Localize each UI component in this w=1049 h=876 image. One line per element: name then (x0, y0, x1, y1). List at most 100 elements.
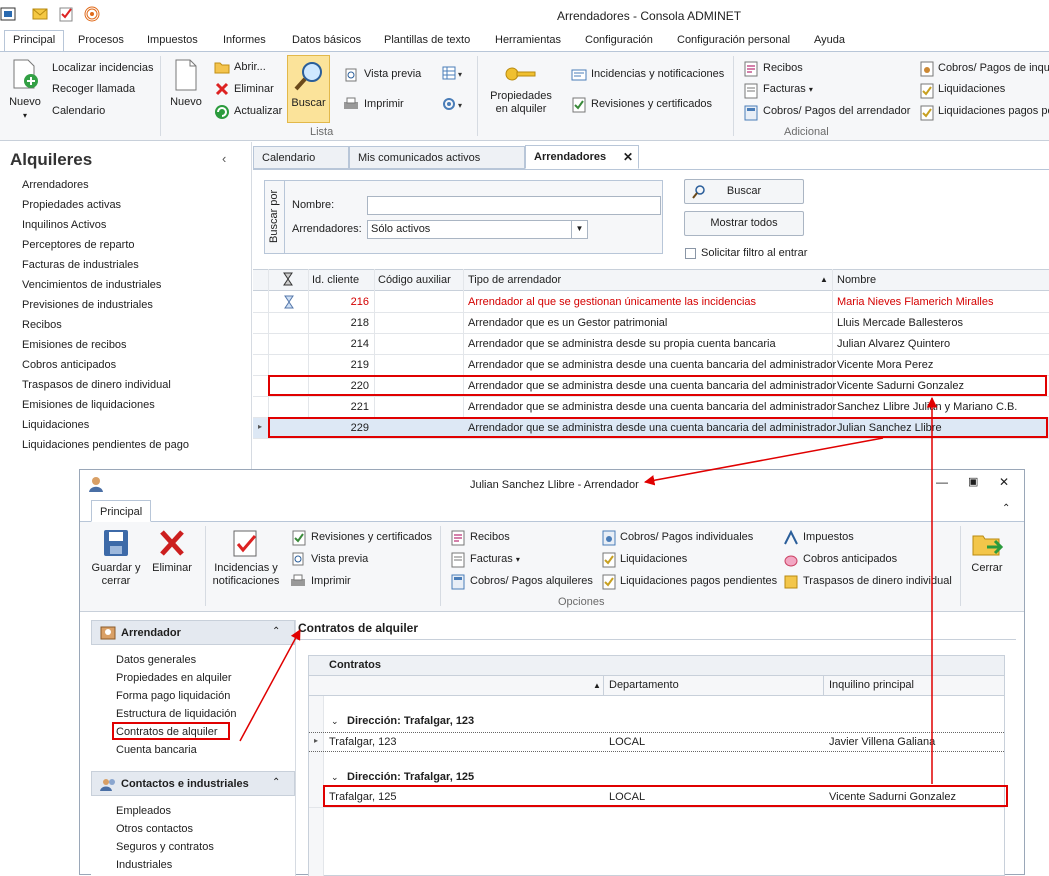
nav-liquidaciones-pendientes[interactable]: Liquidaciones pendientes de pago (22, 439, 189, 451)
table-row[interactable]: 216 Arrendador al que se gestionan única… (253, 292, 1049, 313)
cerrar-button[interactable]: Cerrar (965, 528, 1009, 592)
nav-group-header[interactable]: Arrendador ⌃ (91, 620, 295, 645)
tab-principal[interactable]: Principal (4, 30, 65, 52)
nav-emisiones-liquidaciones[interactable]: Emisiones de liquidaciones (22, 399, 155, 411)
nav-traspasos[interactable]: Traspasos de dinero individual (22, 379, 171, 391)
tab-configuracion[interactable]: Configuración (585, 34, 653, 46)
col-id[interactable]: Id. cliente (312, 274, 359, 286)
tab-comunicados[interactable]: Mis comunicados activos (349, 146, 525, 169)
col-nombre[interactable]: Nombre (837, 274, 876, 286)
tab-datos-basicos[interactable]: Datos básicos (292, 34, 361, 46)
chevron-up-icon[interactable]: ⌃ (272, 777, 280, 788)
group-expand-icon[interactable]: ⌄ (331, 716, 339, 727)
cobros-inquilino-button[interactable]: Cobros/ Pagos de inqui (938, 62, 1049, 74)
app-icon[interactable] (0, 6, 16, 22)
table-row[interactable]: 214 Arrendador que se administra desde s… (253, 334, 1049, 355)
minimize-icon[interactable]: — (936, 475, 948, 489)
tab-calendario[interactable]: Calendario (253, 146, 349, 169)
imprimir-button[interactable]: Imprimir (364, 98, 404, 110)
tab-procesos[interactable]: Procesos (78, 34, 124, 46)
guardar-button[interactable]: Guardar y cerrar (90, 528, 142, 592)
collapse-ribbon-icon[interactable]: ⌃ (1002, 503, 1010, 514)
nav-facturas-industriales[interactable]: Facturas de industriales (22, 259, 139, 271)
list-item[interactable]: ▸ Trafalgar, 123 LOCAL Javier Villena Ga… (309, 732, 1004, 752)
nav-liquidaciones[interactable]: Liquidaciones (22, 419, 89, 431)
recibos-button[interactable]: Recibos (763, 62, 803, 74)
mostrar-todos-button[interactable]: Mostrar todos (684, 211, 804, 236)
group-expand-icon[interactable]: ⌄ (331, 772, 339, 783)
table-row[interactable]: 219 Arrendador que se administra desde u… (253, 355, 1049, 376)
solicitar-checkbox[interactable] (685, 248, 696, 259)
nav-propiedades-activas[interactable]: Propiedades activas (22, 199, 121, 211)
nav-group-header[interactable]: Contactos e industriales ⌃ (91, 771, 295, 796)
col-departamento[interactable]: Departamento (609, 679, 679, 691)
localizar-button[interactable]: Localizar incidencias (52, 62, 154, 74)
nav-otros-contactos[interactable]: Otros contactos (116, 823, 193, 835)
nav-vencimientos[interactable]: Vencimientos de industriales (22, 279, 161, 291)
table-row[interactable]: 218 Arrendador que es un Gestor patrimon… (253, 313, 1049, 334)
liquidaciones-button[interactable]: Liquidaciones (938, 83, 1005, 95)
grid-layout-icon[interactable]: ▾ (442, 66, 466, 80)
mail-icon[interactable] (32, 7, 48, 21)
tab-configuracion-personal[interactable]: Configuración personal (677, 34, 790, 46)
revisiones-button[interactable]: Revisiones y certificados (591, 98, 712, 110)
cobros-arrendador-button[interactable]: Cobros/ Pagos del arrendador (763, 105, 910, 117)
settings-icon[interactable]: ▾ (442, 97, 466, 111)
eliminar-button[interactable]: Eliminar (234, 83, 274, 95)
col-inquilino[interactable]: Inquilino principal (829, 679, 914, 691)
tab-arrendadores[interactable]: Arrendadores ✕ (525, 145, 639, 169)
dialog-liquidaciones-pendientes-button[interactable]: Liquidaciones pagos pendientes (620, 575, 777, 587)
nav-arrendadores[interactable]: Arrendadores (22, 179, 89, 191)
tab-impuestos[interactable]: Impuestos (147, 34, 198, 46)
dialog-incidencias-button[interactable]: Incidencias y notificaciones (209, 528, 283, 592)
tab-herramientas[interactable]: Herramientas (495, 34, 561, 46)
dialog-cobros-individuales-button[interactable]: Cobros/ Pagos individuales (620, 531, 753, 543)
dialog-facturas-button[interactable]: Facturas ▾ (470, 553, 520, 565)
table-row[interactable]: 221 Arrendador que se administra desde u… (253, 397, 1049, 418)
nav-inquilinos-activos[interactable]: Inquilinos Activos (22, 219, 106, 231)
nav-forma-pago[interactable]: Forma pago liquidación (116, 690, 230, 702)
nav-propiedades-alquiler[interactable]: Propiedades en alquiler (116, 672, 232, 684)
actualizar-button[interactable]: Actualizar (234, 105, 282, 117)
dialog-cobros-anticipados-button[interactable]: Cobros anticipados (803, 553, 897, 565)
chevron-up-icon[interactable]: ⌃ (272, 626, 280, 637)
calendario-button[interactable]: Calendario (52, 105, 105, 117)
nav-perceptores[interactable]: Perceptores de reparto (22, 239, 135, 251)
nav-industriales[interactable]: Industriales (116, 859, 172, 871)
facturas-button[interactable]: Facturas ▾ (763, 83, 813, 95)
recoger-button[interactable]: Recoger llamada (52, 83, 135, 95)
vista-previa-button[interactable]: Vista previa (364, 68, 421, 80)
collapse-chevron-icon[interactable]: ‹ (222, 151, 226, 166)
dialog-traspasos-button[interactable]: Traspasos de dinero individual (803, 575, 952, 587)
close-icon[interactable]: ✕ (999, 475, 1009, 489)
search-panel-button[interactable]: Buscar (684, 179, 804, 204)
new-incident-button[interactable]: Nuevo ▾ (6, 58, 44, 120)
liquidaciones-pendientes-button[interactable]: Liquidaciones pagos pe (938, 105, 1049, 117)
tab-ayuda[interactable]: Ayuda (814, 34, 845, 46)
broadcast-icon[interactable] (84, 6, 100, 22)
nav-seguros[interactable]: Seguros y contratos (116, 841, 214, 853)
propiedades-button[interactable]: Propiedades en alquiler (486, 62, 556, 126)
dialog-cobros-alquileres-button[interactable]: Cobros/ Pagos alquileres (470, 575, 593, 587)
new-landlord-button[interactable]: Nuevo (168, 58, 204, 118)
nav-cuenta-bancaria[interactable]: Cuenta bancaria (116, 744, 197, 756)
search-button[interactable]: Buscar (287, 55, 330, 123)
dialog-eliminar-button[interactable]: Eliminar (150, 528, 194, 592)
restore-icon[interactable]: ▣ (968, 475, 978, 488)
dialog-recibos-button[interactable]: Recibos (470, 531, 510, 543)
col-tipo[interactable]: Tipo de arrendador (468, 274, 561, 286)
dialog-vista-previa-button[interactable]: Vista previa (311, 553, 368, 565)
tab-informes[interactable]: Informes (223, 34, 266, 46)
dialog-revisiones-button[interactable]: Revisiones y certificados (311, 531, 432, 543)
nav-datos-generales[interactable]: Datos generales (116, 654, 196, 666)
nav-previsiones[interactable]: Previsiones de industriales (22, 299, 153, 311)
nombre-input[interactable] (367, 196, 661, 215)
close-icon[interactable]: ✕ (623, 150, 633, 164)
tab-plantillas[interactable]: Plantillas de texto (384, 34, 470, 46)
abrir-button[interactable]: Abrir... (234, 61, 266, 73)
chevron-down-icon[interactable]: ▼ (571, 221, 587, 238)
incidencias-button[interactable]: Incidencias y notificaciones (591, 68, 724, 80)
nav-cobros-anticipados[interactable]: Cobros anticipados (22, 359, 116, 371)
col-codigo[interactable]: Código auxiliar (378, 274, 451, 286)
checklist-icon[interactable] (58, 6, 74, 22)
